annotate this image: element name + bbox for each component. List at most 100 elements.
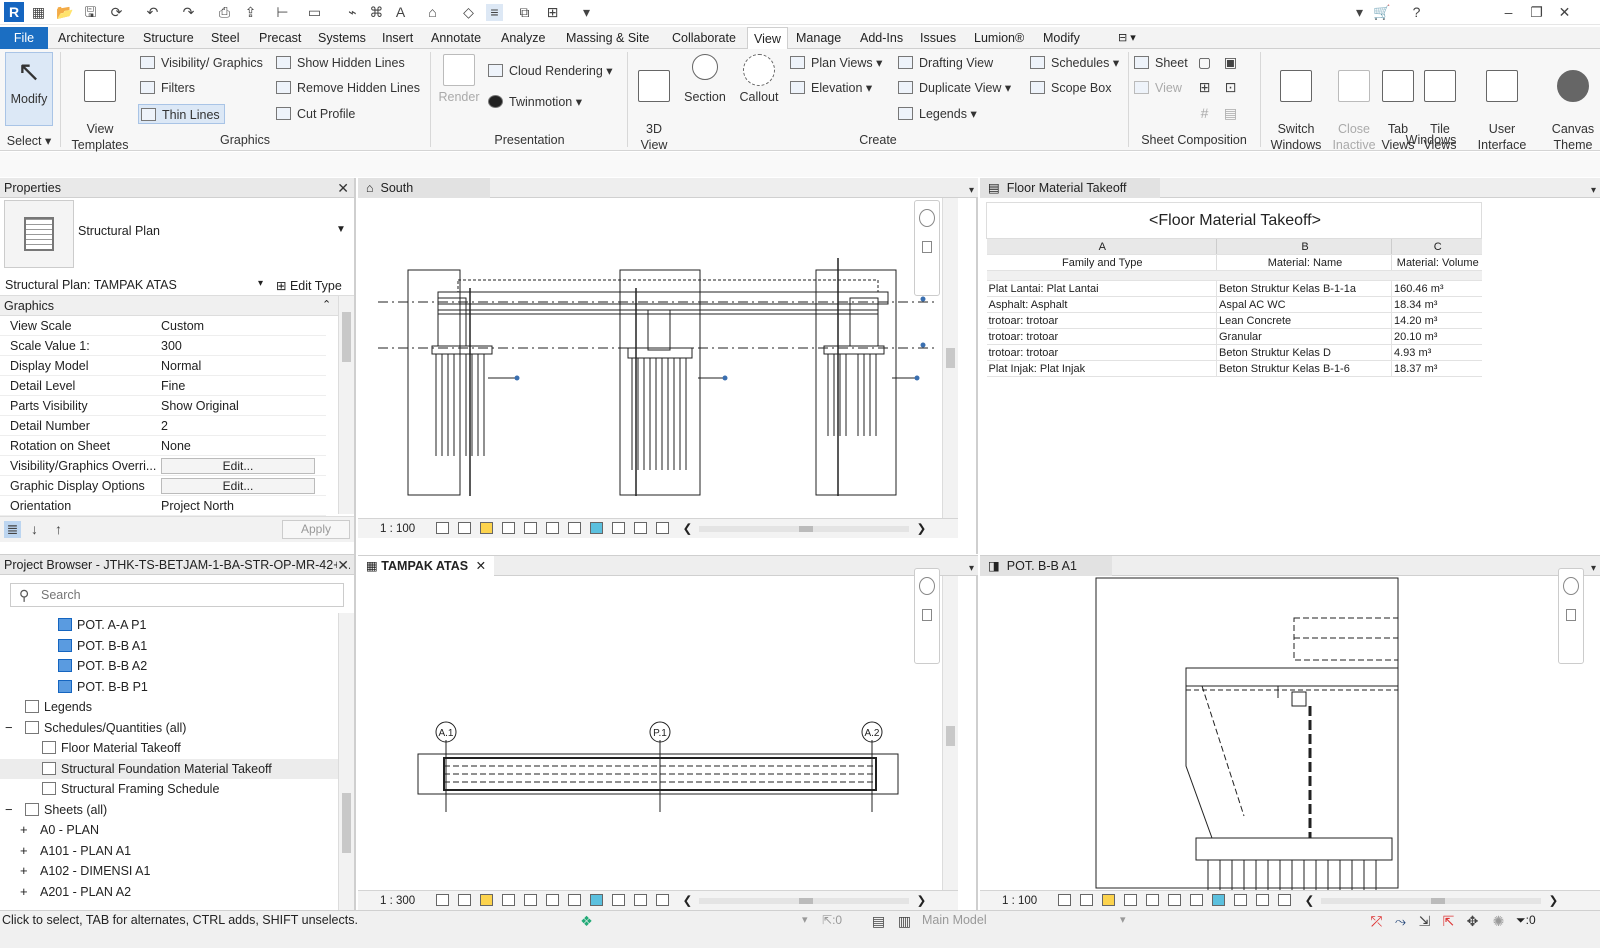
close-icon[interactable]: ✕ <box>337 178 349 198</box>
home-icon[interactable]: ▦ <box>30 4 47 21</box>
background-process-icon[interactable]: ✺ <box>1490 913 1507 930</box>
scroll-right-icon[interactable]: ❯ <box>1549 895 1559 907</box>
render-button[interactable]: Render <box>434 54 484 105</box>
tree-item[interactable]: POT. B-B A1 <box>0 636 338 656</box>
property-value[interactable]: None <box>161 436 191 456</box>
sync-icon[interactable]: ⟳ <box>108 4 125 21</box>
drag-elements-icon[interactable]: ✥ <box>1464 913 1481 930</box>
zoom-icon[interactable] <box>922 241 932 253</box>
scroll-left-icon[interactable]: ❮ <box>683 523 693 535</box>
steering-wheel-icon[interactable] <box>919 209 935 227</box>
hscroll-track[interactable] <box>1321 897 1542 904</box>
tab-precast[interactable]: Precast <box>253 27 307 49</box>
tab-lumion[interactable]: Lumion® <box>968 27 1030 49</box>
property-value[interactable]: 300 <box>161 336 182 356</box>
scroll-thumb[interactable] <box>342 793 351 853</box>
expand-icon[interactable]: + <box>20 882 28 902</box>
tab-architecture[interactable]: Architecture <box>52 27 131 49</box>
steering-wheel-icon[interactable] <box>919 577 935 595</box>
schedule-table[interactable]: <Floor Material Takeoff> A B C Family an… <box>986 202 1482 377</box>
qat-dropdown-icon[interactable]: ▾ <box>578 4 595 21</box>
place-view-button[interactable]: View <box>1134 78 1182 98</box>
property-row[interactable]: Detail Level Fine <box>0 376 326 396</box>
schedule-cell[interactable]: 18.34 m³ <box>1391 296 1482 313</box>
tree-item[interactable]: +A202 - DIMENSI A2 <box>0 902 338 905</box>
tab-analyze[interactable]: Analyze <box>495 27 551 49</box>
editing-requests[interactable]: ⇱:0 <box>822 913 842 927</box>
tree-item[interactable]: Structural Foundation Material Takeoff <box>0 758 338 779</box>
visual-style-icon[interactable] <box>458 522 472 534</box>
scroll-thumb[interactable] <box>342 312 351 362</box>
worksharing-icon[interactable]: ❖ <box>578 913 595 930</box>
view-menu-icon[interactable]: ▾ <box>969 181 974 201</box>
tab-insert[interactable]: Insert <box>376 27 419 49</box>
scroll-thumb[interactable] <box>799 897 814 904</box>
column-header[interactable]: Family and Type <box>986 254 1217 271</box>
expand-icon[interactable]: + <box>20 841 28 861</box>
property-row[interactable]: Rotation on Sheet None <box>0 436 326 456</box>
tab-south[interactable]: ⌂ South <box>358 178 490 198</box>
tab-massing-site[interactable]: Massing & Site <box>560 27 655 49</box>
close-hidden-icon[interactable]: ⧉ <box>516 4 533 21</box>
tree-item[interactable]: POT. A-A P1 <box>0 615 338 635</box>
tree-item[interactable]: POT. B-B A2 <box>0 656 338 676</box>
steering-wheel-icon[interactable] <box>1563 577 1579 595</box>
schedule-cell[interactable]: Lean Concrete <box>1216 312 1392 329</box>
schedule-row[interactable]: trotoar: trotoar Granular 20.10 m³ <box>986 328 1482 345</box>
expand-icon[interactable]: + <box>20 820 28 840</box>
help-icon[interactable]: ? <box>1408 4 1425 21</box>
schedule-cell[interactable]: trotoar: trotoar <box>986 344 1217 361</box>
tab-structure[interactable]: Structure <box>137 27 200 49</box>
filter-status[interactable]: ⏷:0 <box>1516 913 1536 928</box>
highlight-icon[interactable] <box>1256 894 1270 906</box>
plan-views-button[interactable]: Plan Views ▾ <box>790 53 882 73</box>
thin-lines-button[interactable]: Thin Lines <box>138 104 225 124</box>
sort-desc-icon[interactable]: ↑ <box>50 521 67 538</box>
view-scale[interactable]: 1 : 100 <box>1002 895 1037 907</box>
crop-view-icon[interactable] <box>524 894 538 906</box>
visual-style-icon[interactable] <box>1080 894 1094 906</box>
hscroll-track[interactable] <box>699 525 910 532</box>
zoom-icon[interactable] <box>1566 609 1576 621</box>
tree-item[interactable]: + A102 - DIMENSI A1 <box>0 861 338 881</box>
constraints-icon[interactable] <box>1278 894 1292 906</box>
tab-tampak-atas[interactable]: ▦ TAMPAK ATAS ✕ <box>358 556 494 577</box>
select-links-icon[interactable]: ⤱ <box>1368 913 1385 930</box>
instance-selector[interactable]: Structural Plan: TAMPAK ATAS ▾ ⊞ Edit Ty… <box>0 274 354 296</box>
schedule-cell[interactable]: Aspal AC WC <box>1216 296 1392 313</box>
tab-issues[interactable]: Issues <box>914 27 962 49</box>
type-dropdown-icon[interactable]: ▼ <box>336 224 346 235</box>
schedule-row[interactable]: trotoar: trotoar Beton Struktur Kelas D 4.… <box>986 344 1482 361</box>
tree-item[interactable]: + A201 - PLAN A2 <box>0 882 338 902</box>
minimize-icon[interactable]: – <box>1500 4 1517 21</box>
schedule-cell[interactable]: 160.46 m³ <box>1391 280 1482 297</box>
scroll-right-icon[interactable]: ❯ <box>917 523 927 535</box>
elevation-button[interactable]: Elevation ▾ <box>790 78 872 98</box>
restore-icon[interactable]: ❐ <box>1528 4 1545 21</box>
twinmotion-button[interactable]: Twinmotion ▾ <box>488 92 582 112</box>
navigation-bar[interactable] <box>914 200 940 296</box>
close-icon[interactable]: ✕ <box>337 555 349 574</box>
undo-icon[interactable]: ↶ <box>144 4 161 21</box>
categorized-icon[interactable]: ≣ <box>4 521 21 538</box>
view-menu-icon[interactable]: ▾ <box>1591 559 1596 579</box>
duplicate-view-button[interactable]: Duplicate View ▾ <box>898 78 1011 98</box>
tab-pot-bb-a1[interactable]: ◨ POT. B-B A1 <box>980 556 1112 576</box>
tree-item[interactable]: + A0 - PLAN <box>0 820 338 840</box>
model-icon[interactable]: ▥ <box>896 913 913 930</box>
section-button[interactable]: Section <box>680 54 730 105</box>
browser-scrollbar[interactable] <box>338 613 354 911</box>
schedule-row[interactable]: trotoar: trotoar Lean Concrete 14.20 m³ <box>986 312 1482 329</box>
show-crop-icon[interactable] <box>546 894 560 906</box>
matchline-icon[interactable]: ⊡ <box>1222 79 1239 96</box>
view-tampak-vscroll[interactable] <box>942 576 958 890</box>
edit-button[interactable]: Edit... <box>161 458 315 474</box>
constraints-icon[interactable] <box>656 522 670 534</box>
temp-hide-icon[interactable] <box>1190 894 1204 906</box>
visibility-graphics-button[interactable]: Visibility/ Graphics <box>140 53 263 73</box>
schedule-cell[interactable]: 18.37 m³ <box>1391 360 1482 377</box>
callout-button[interactable]: Callout <box>734 54 784 105</box>
dimension-icon[interactable]: ⌘ <box>368 4 385 21</box>
hscroll-track[interactable] <box>699 897 910 904</box>
select-pinned-icon[interactable]: ⇲ <box>1416 913 1433 930</box>
